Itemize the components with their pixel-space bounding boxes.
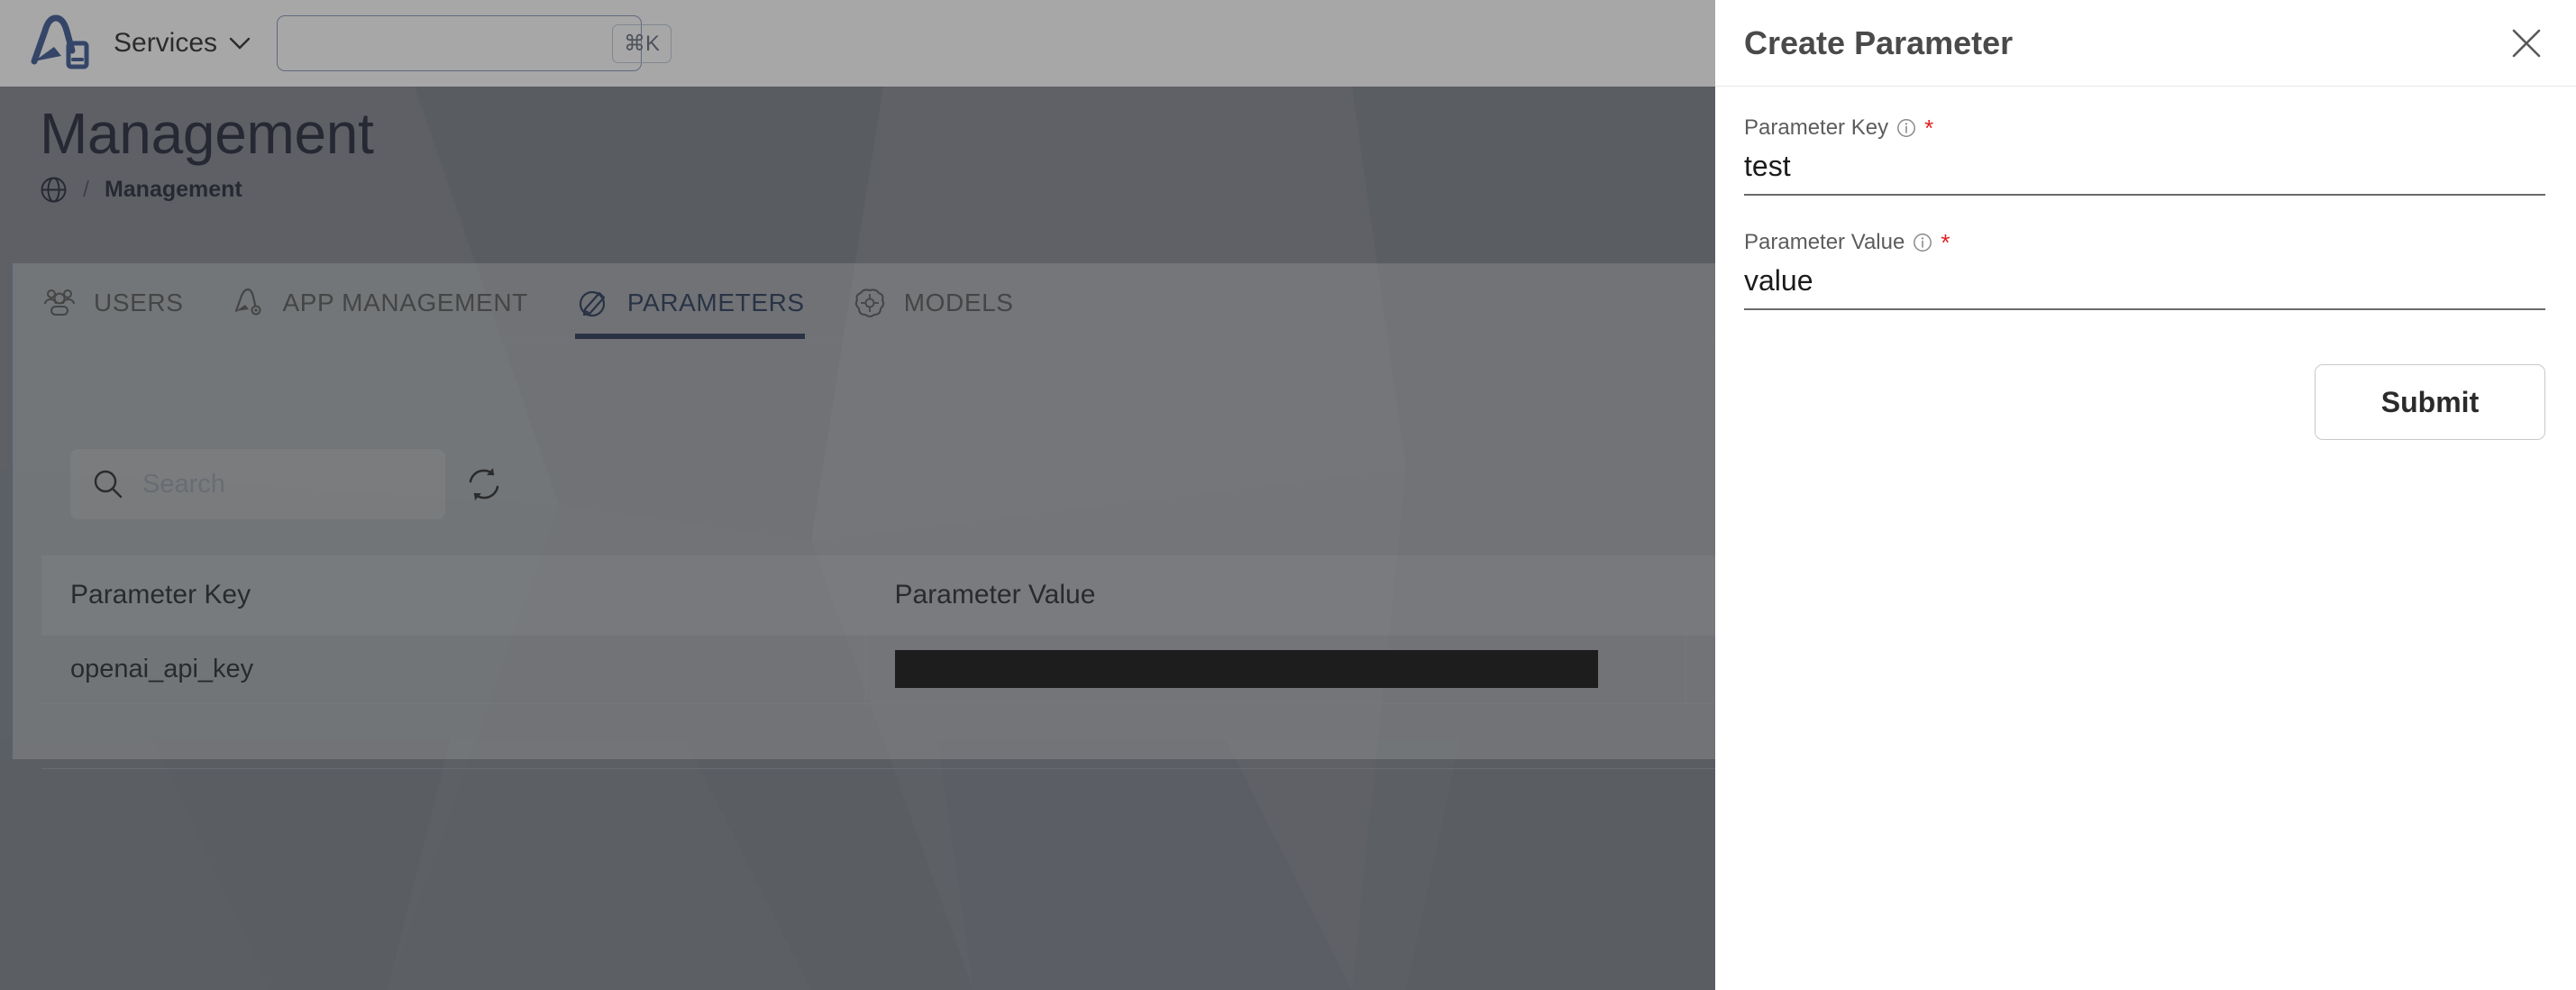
- dialog-body: Parameter Key * Parameter Value: [1715, 87, 2576, 344]
- submit-button[interactable]: Submit: [2315, 364, 2545, 440]
- application-root: Services ⌘K Management / Management USER…: [0, 0, 2576, 990]
- required-marker-parameter-key: *: [1924, 115, 1934, 142]
- field-label-parameter-value: Parameter Value *: [1744, 230, 2545, 255]
- field-parameter-value: Parameter Value *: [1744, 230, 2545, 310]
- dialog-title: Create Parameter: [1744, 23, 2014, 61]
- info-icon[interactable]: [1896, 118, 1916, 138]
- dialog-header: Create Parameter: [1715, 0, 2576, 87]
- close-icon[interactable]: [2507, 24, 2545, 62]
- create-parameter-dialog: Create Parameter Parameter Key * test Pa…: [1715, 0, 2576, 990]
- label-text-parameter-value: Parameter Value: [1744, 230, 1905, 254]
- parameter-value-input[interactable]: [1744, 261, 2545, 310]
- field-parameter-key: Parameter Key *: [1744, 115, 2545, 196]
- label-text-parameter-key: Parameter Key: [1744, 115, 1889, 140]
- dialog-actions: Submit: [1715, 344, 2576, 440]
- parameter-key-input[interactable]: [1744, 146, 2545, 196]
- field-label-parameter-key: Parameter Key *: [1744, 115, 2545, 141]
- required-marker-parameter-value: *: [1941, 229, 1950, 256]
- info-icon[interactable]: [1913, 233, 1932, 252]
